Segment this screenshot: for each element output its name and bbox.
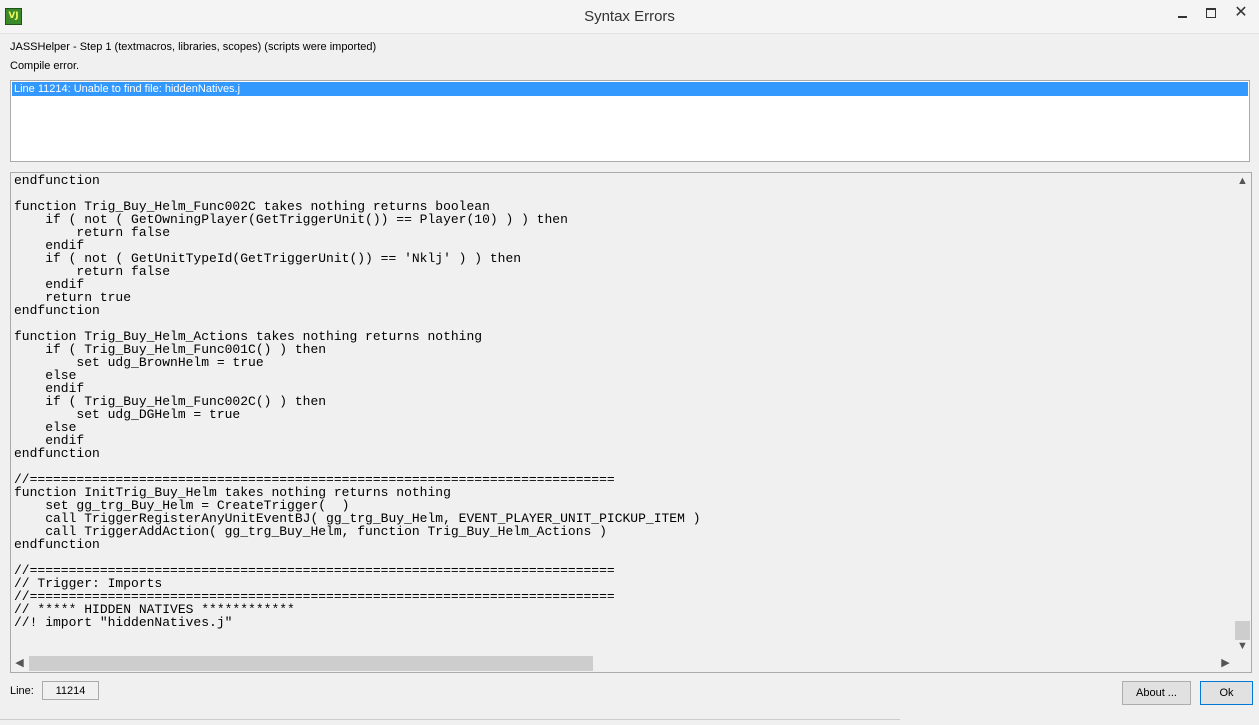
error-list-item[interactable]: Line 11214: Unable to find file: hiddenN… <box>12 82 1248 96</box>
scroll-down-icon[interactable]: ▼ <box>1234 638 1251 655</box>
horizontal-scroll-thumb[interactable] <box>29 656 593 671</box>
close-button[interactable]: ✕ <box>1226 2 1256 24</box>
line-number-field[interactable] <box>42 681 99 700</box>
compile-status-text: Compile error. <box>10 60 80 72</box>
scroll-corner <box>1234 655 1251 672</box>
maximize-button[interactable] <box>1196 2 1226 24</box>
error-list[interactable]: Line 11214: Unable to find file: hiddenN… <box>10 80 1250 162</box>
code-text[interactable]: endfunction function Trig_Buy_Helm_Func0… <box>14 174 701 629</box>
close-icon: ✕ <box>1234 4 1248 21</box>
scroll-left-icon[interactable]: ◀ <box>11 655 28 672</box>
code-view[interactable]: endfunction function Trig_Buy_Helm_Func0… <box>10 172 1252 673</box>
scroll-right-icon[interactable]: ▶ <box>1217 655 1234 672</box>
minimize-icon <box>1178 16 1187 18</box>
minimize-button[interactable] <box>1168 2 1198 24</box>
line-label: Line: <box>10 685 34 697</box>
horizontal-scrollbar[interactable]: ◀ ▶ <box>11 655 1234 672</box>
scroll-up-icon[interactable]: ▲ <box>1234 173 1251 190</box>
maximize-icon <box>1206 8 1216 18</box>
ok-button[interactable]: Ok <box>1200 681 1253 705</box>
window-title: Syntax Errors <box>584 8 675 25</box>
about-button[interactable]: About ... <box>1122 681 1191 705</box>
step-info-text: JASSHelper - Step 1 (textmacros, librari… <box>10 41 377 53</box>
vertical-scrollbar[interactable]: ▲ ▼ <box>1234 173 1251 655</box>
title-bar: VJ Syntax Errors ✕ <box>0 0 1259 34</box>
divider <box>0 719 900 720</box>
